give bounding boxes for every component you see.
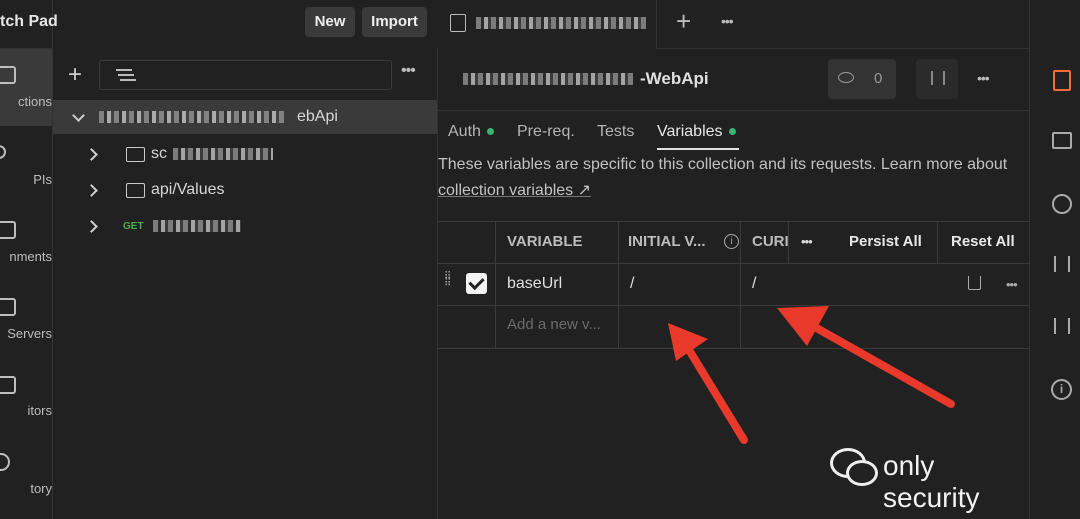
watch-button[interactable]: 0 [828,59,896,99]
column-header-initial-value: INITIAL V... [628,233,706,250]
rail-item-monitors[interactable]: itors [0,403,52,418]
annotation-arrow-right [777,306,955,408]
apis-icon [0,145,6,159]
pull-request-icon[interactable] [1054,256,1070,272]
rail-item-history[interactable]: tory [0,481,52,496]
row-more-icon[interactable]: ••• [1006,277,1018,292]
active-tab-indicator [657,148,739,150]
watermark-text: only security [883,450,980,513]
chevron-right-icon[interactable] [85,148,98,161]
rail-item-apis[interactable]: PIs [0,172,52,187]
collection-name-blurred [99,111,284,123]
status-dot [728,128,736,136]
documentation-icon[interactable] [1053,70,1071,91]
add-variable-input[interactable]: Add a new v... [507,316,601,333]
watch-count: 0 [874,70,883,87]
sidebar: + ••• ebApi sc api/Values GET [53,48,438,519]
method-badge: GET [123,221,144,232]
comments-icon[interactable] [1052,132,1072,149]
chevron-down-icon[interactable] [72,109,85,122]
tab-tests[interactable]: Tests [597,123,634,141]
status-dot [486,128,494,136]
request-tab[interactable] [438,0,657,48]
tab-auth[interactable]: Auth [448,123,494,141]
tree-item-request[interactable]: GET [53,209,437,243]
folder-label: api/Values [151,181,225,198]
mock-servers-icon [0,298,16,316]
wechat-logo-icon [830,446,878,486]
reset-all-button[interactable]: Reset All [951,222,1015,262]
chevron-right-icon[interactable] [85,220,98,233]
fork-button[interactable] [916,59,958,99]
environments-icon [0,221,16,239]
nav-rail: ctions PIs nments Servers itors tory [0,0,53,519]
checkmark-icon [468,273,485,291]
fork-icon [931,71,945,85]
more-icon[interactable]: ••• [401,62,416,80]
collection-title-blurred [463,73,633,85]
tab-more-icon[interactable]: ••• [721,13,734,29]
folder-icon [126,147,145,162]
workspace-header: tch Pad New Import [0,0,437,49]
variables-description: These variables are specific to this col… [438,156,1008,173]
add-icon[interactable]: + [68,63,82,87]
rail-item-collections-active[interactable] [0,48,52,126]
current-value-cell[interactable]: / [752,275,756,293]
tree-item-collection[interactable]: ebApi [53,100,437,134]
collection-title: -WebApi [640,69,709,88]
variable-name-cell[interactable]: baseUrl [507,275,562,293]
annotation-arrow-left [668,323,748,444]
filter-icon[interactable] [116,69,132,71]
tab-variables[interactable]: Variables [657,123,736,141]
tab-pre-request[interactable]: Pre-req. [517,123,575,141]
tree-item-folder-api-values[interactable]: api/Values [53,173,437,207]
new-button[interactable]: New [305,7,355,37]
column-header-variable: VARIABLE [507,233,583,250]
new-tab-icon[interactable]: + [676,6,691,37]
request-name-blurred [153,220,241,232]
workspace-title: tch Pad [0,13,58,30]
chevron-right-icon[interactable] [85,184,98,197]
eye-icon [838,72,854,83]
folder-icon [126,183,145,198]
collection-more-icon[interactable]: ••• [977,70,990,86]
collection-variables-link[interactable]: collection variables ↗ [438,180,591,200]
drag-handle-icon[interactable]: ⠿ ⠿ [444,272,456,293]
persist-all-button[interactable]: Persist All [849,222,922,262]
history-icon[interactable] [1052,194,1072,214]
row-checkbox[interactable] [466,273,487,294]
info-icon[interactable]: i [1051,379,1072,400]
tab-title-blurred [476,17,646,29]
rail-item-collections[interactable]: ctions [0,94,52,109]
collections-icon [0,66,16,84]
fork-icon[interactable] [1054,318,1070,334]
rail-item-mock-servers[interactable]: Servers [0,326,52,341]
trash-icon[interactable] [968,276,981,290]
info-icon[interactable]: i [724,234,739,249]
rail-item-environments[interactable]: nments [0,249,52,264]
collection-name-suffix: ebApi [297,108,338,125]
folder-name-blurred [173,148,273,160]
main-panel: + ••• -WebApi 0 ••• Auth Pre-req. Tests … [438,0,1029,519]
column-header-current-value: CURI [752,233,789,250]
folder-label: sc [151,145,167,162]
import-button[interactable]: Import [362,7,427,37]
search-input[interactable] [99,60,392,90]
initial-value-cell[interactable]: / [630,275,634,293]
history-icon [0,453,10,471]
tree-item-folder[interactable]: sc [53,137,437,171]
monitors-icon [0,376,16,394]
document-icon [450,14,466,32]
right-toolbar: i [1029,0,1080,519]
column-more-icon[interactable]: ••• [801,234,813,249]
